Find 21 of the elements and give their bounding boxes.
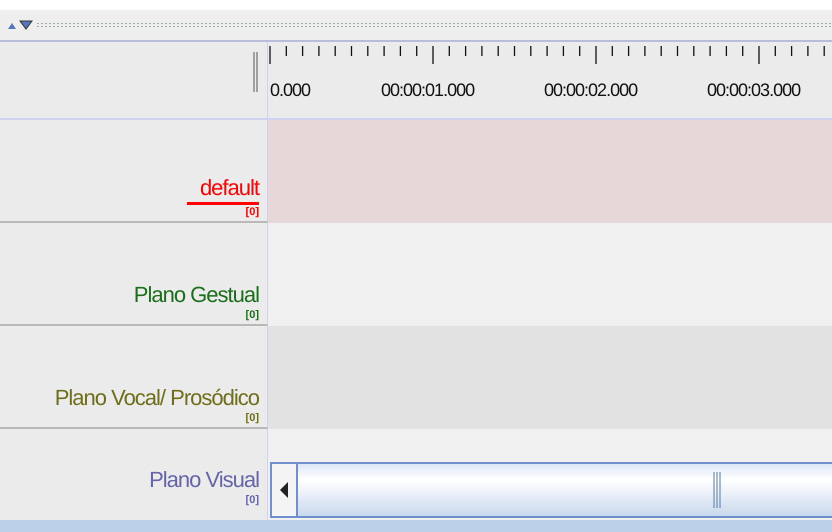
tier-name[interactable]: Plano Vocal/ Prosódico [54, 385, 259, 411]
tier-track[interactable] [268, 429, 832, 520]
resize-grip-icon[interactable] [253, 52, 259, 92]
time-label: 00:00:03.000 [707, 80, 800, 101]
tier-track[interactable] [268, 326, 832, 429]
tier-name[interactable]: default [200, 175, 259, 201]
tier-name[interactable]: Plano Visual [149, 467, 259, 493]
scroll-left-button[interactable] [272, 464, 298, 516]
time-label: 00:00:02.000 [544, 80, 638, 101]
thumb-grip-icon [713, 472, 721, 508]
annotation-count: [0] [246, 308, 259, 322]
annotation-count: [0] [246, 493, 259, 507]
annotation-count: [0] [246, 205, 259, 219]
collapse-arrows-icon[interactable] [8, 20, 34, 30]
tier-track[interactable] [268, 223, 832, 326]
left-arrow-icon [280, 482, 288, 498]
time-label: 00:00:01.000 [381, 80, 474, 101]
tier-track[interactable] [268, 120, 832, 223]
annotation-count: [0] [246, 411, 259, 425]
tier-name[interactable]: Plano Gestual [134, 282, 259, 308]
time-label: 0.000 [270, 80, 310, 101]
